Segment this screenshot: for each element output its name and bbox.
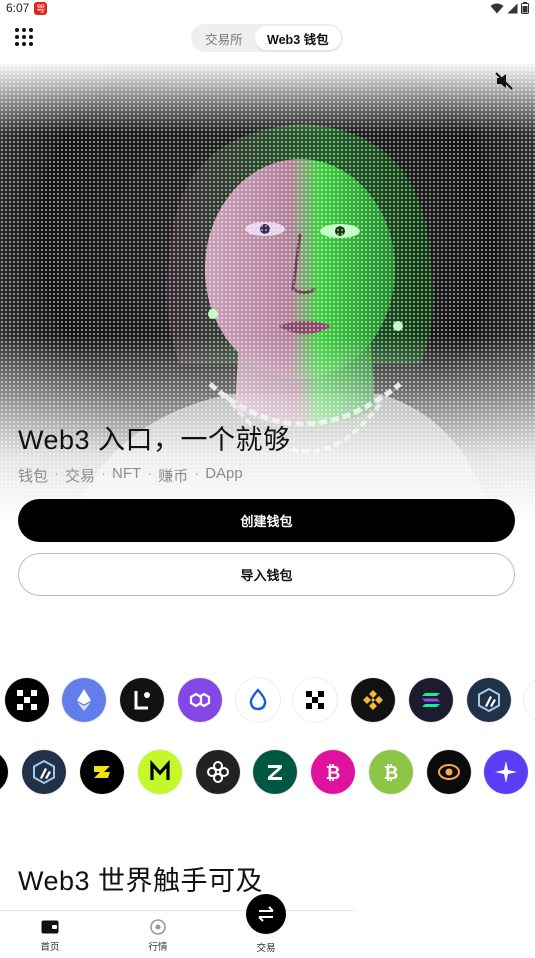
tag-trade: 交易 [65, 468, 96, 485]
tab-exchange[interactable]: 交易所 [193, 26, 255, 50]
tab-web3-wallet[interactable]: Web3 钱包 [254, 26, 341, 50]
linea-token-icon [120, 678, 164, 722]
tag-dapp: DApp [205, 465, 243, 482]
bottom-nav: 首页 行情 [0, 910, 355, 958]
sui-token-icon [236, 678, 280, 722]
svg-text:₿: ₿ [384, 763, 399, 784]
nav-market-label: 行情 [148, 942, 168, 953]
swap-icon [258, 906, 274, 922]
bitcoin-pink-token-icon: ₿ [311, 750, 355, 794]
battery-icon [521, 2, 529, 14]
star-token-icon [484, 750, 528, 794]
svg-text:₿: ₿ [326, 763, 341, 784]
tag-wallet: 钱包 [18, 468, 49, 485]
wifi-icon [490, 3, 504, 13]
cellular-icon [507, 3, 518, 13]
tag-nft: NFT [112, 465, 142, 482]
zeta-token-icon [253, 750, 297, 794]
zb-token-icon [80, 750, 124, 794]
solana-token-icon [409, 678, 453, 722]
okx-chain-token-icon [293, 678, 337, 722]
status-bar: 6:07 咢 [0, 0, 535, 16]
nav-market[interactable]: 行情 [128, 919, 188, 953]
rsk-token-icon [427, 750, 471, 794]
flower-token-icon [196, 750, 240, 794]
mantle-token-icon [138, 750, 182, 794]
token-carousel-row-1 [0, 677, 535, 723]
exchange-wallet-switch: 交易所 Web3 钱包 [191, 24, 343, 52]
apps-grid-icon[interactable] [15, 28, 35, 48]
status-time: 6:07 [6, 1, 30, 15]
ethereum-token-icon [62, 678, 106, 722]
bnb-token-icon [351, 678, 395, 722]
polygon-token-icon [178, 678, 222, 722]
nav-trade-label: 交易 [256, 943, 276, 954]
tag-earn: 赚币 [158, 468, 189, 485]
wallet-icon [41, 919, 59, 935]
aptos-token-icon [524, 678, 535, 722]
okx-token-icon [5, 678, 49, 722]
section-title: Web3 世界触手可及 [18, 866, 264, 896]
create-wallet-button[interactable]: 创建钱包 [18, 499, 515, 542]
notification-icon: 咢 [34, 1, 48, 15]
arbitrum-token-icon [22, 750, 66, 794]
nav-home-label: 首页 [40, 942, 60, 953]
mute-icon[interactable] [495, 72, 513, 90]
trade-fab[interactable] [246, 894, 286, 934]
arbitrum-token-icon [467, 678, 511, 722]
hero-title: Web3 入口，一个就够 [18, 425, 291, 455]
bitcoin-green-token-icon: ₿ [369, 750, 413, 794]
dark-token-icon [0, 750, 8, 794]
market-icon [149, 919, 167, 935]
top-bar: 交易所 Web3 钱包 [0, 20, 535, 56]
import-wallet-button[interactable]: 导入钱包 [18, 553, 515, 596]
nav-home[interactable]: 首页 [20, 919, 80, 953]
hero-feature-tags: 钱包 · 交易 · NFT · 赚币 · DApp [18, 465, 243, 485]
token-carousel-row-2: ₿ ₿ [0, 749, 535, 795]
